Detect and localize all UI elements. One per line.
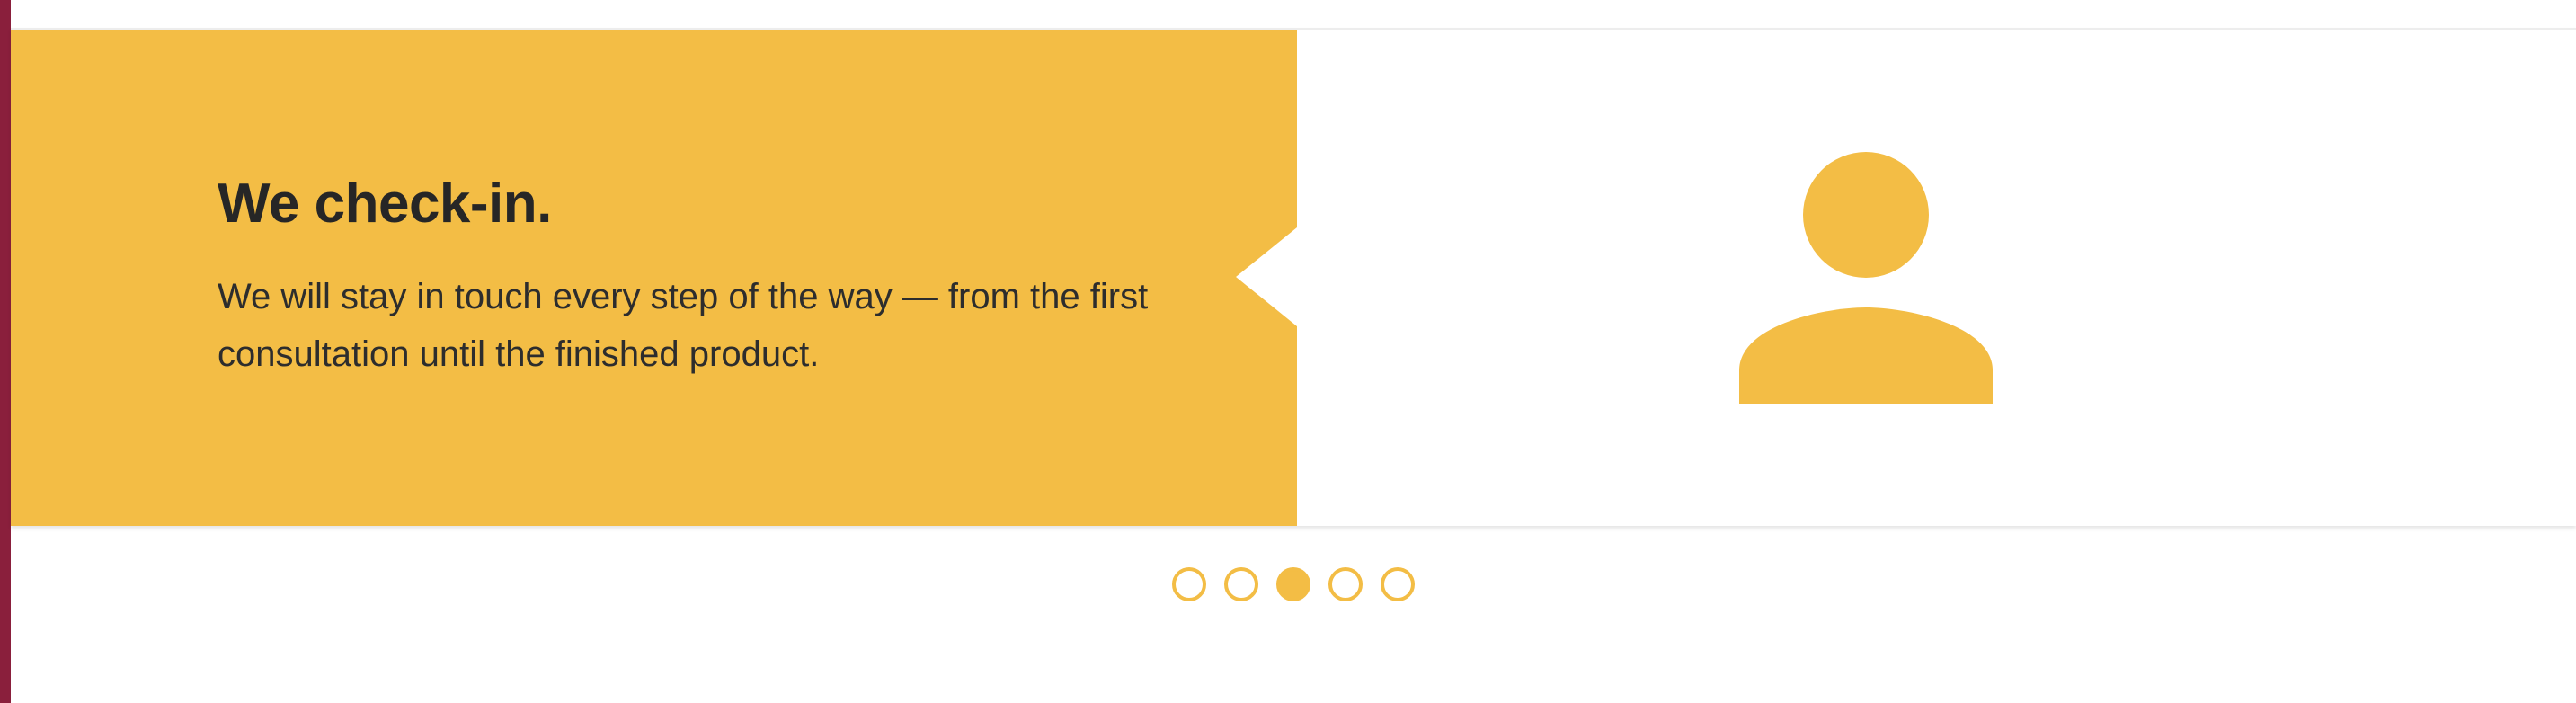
person-icon	[1739, 152, 1993, 404]
carousel-dot-4[interactable]	[1328, 567, 1363, 601]
slide-title: We check-in.	[218, 173, 552, 235]
carousel-slide: We check-in. We will stay in touch every…	[11, 28, 2576, 526]
carousel-dot-1[interactable]	[1172, 567, 1206, 601]
slide-description: We will stay in touch every step of the …	[218, 277, 1149, 374]
carousel-pagination	[11, 567, 2576, 601]
slide-text-panel: We check-in. We will stay in touch every…	[11, 30, 1297, 526]
carousel-dot-5[interactable]	[1381, 567, 1415, 601]
carousel-dot-3[interactable]	[1276, 567, 1310, 601]
carousel-dot-2[interactable]	[1224, 567, 1258, 601]
page: We check-in. We will stay in touch every…	[11, 0, 2576, 703]
pointer-notch	[1236, 227, 1297, 326]
slide-image-panel	[1297, 30, 2576, 526]
left-edge-bar	[0, 0, 11, 703]
